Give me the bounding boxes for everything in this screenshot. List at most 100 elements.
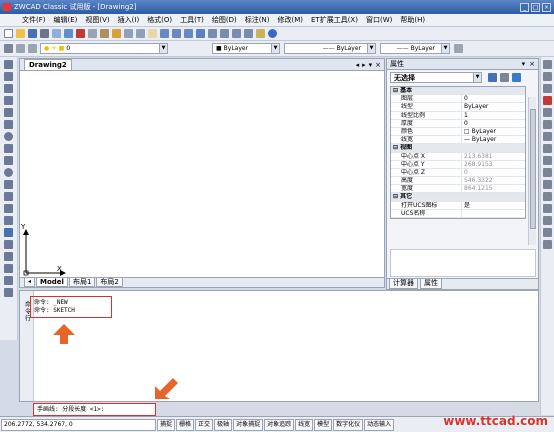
extend-icon[interactable] (543, 180, 552, 189)
toggle-model[interactable]: 模型 (314, 418, 333, 431)
menu-tools[interactable]: 工具(T) (180, 15, 204, 25)
toggle-osnap[interactable]: 对象捕捉 (233, 418, 264, 431)
tab-layout1[interactable]: 布局1 (68, 278, 96, 287)
group-misc[interactable]: ⊟ 其它 (391, 193, 525, 202)
layer-dropdown[interactable]: ● ☀ ■ 0 ▼ (40, 43, 168, 54)
drawing-canvas[interactable]: X Y (20, 71, 384, 277)
selection-dropdown[interactable]: 无选择 ▼ (390, 72, 482, 83)
make-block-icon[interactable] (4, 204, 13, 213)
multiline-text-icon[interactable] (4, 288, 13, 297)
maximize-icon[interactable]: □ (531, 2, 540, 12)
toggle-tablet[interactable]: 数字化仪 (333, 418, 364, 431)
print-preview-icon[interactable] (52, 29, 61, 38)
property-row[interactable]: 中心点 Y 268.9153 (391, 160, 525, 169)
hatch-icon[interactable] (4, 228, 13, 237)
save-icon[interactable] (28, 29, 37, 38)
properties-icon[interactable] (196, 29, 205, 38)
close-drawing-icon[interactable]: × (375, 61, 381, 69)
open-folder-icon[interactable] (16, 29, 25, 38)
command-prompt-input[interactable]: 手画线: 分段长度 <1>: (33, 403, 156, 416)
tab-menu-icon[interactable]: ▾ (369, 61, 373, 69)
move-icon[interactable] (543, 120, 552, 129)
menu-format[interactable]: 格式(O) (147, 15, 172, 25)
revision-cloud-icon[interactable] (4, 144, 13, 153)
spline-icon[interactable] (4, 156, 13, 165)
match-properties-icon[interactable] (112, 29, 121, 38)
toggle-snap[interactable]: 捕捉 (157, 418, 176, 431)
property-row[interactable]: 厚度 0 (391, 119, 525, 128)
tab-model[interactable]: Model (36, 278, 68, 287)
chamfer-icon[interactable] (543, 216, 552, 225)
menu-help[interactable]: 帮助(H) (400, 15, 425, 25)
quick-select-icon[interactable] (512, 73, 521, 82)
tab-scroll-left-icon[interactable]: ◂ (356, 61, 360, 69)
property-row[interactable]: 线宽 — ByLayer (391, 136, 525, 145)
color-dropdown[interactable]: ■ ByLayer ▼ (212, 43, 280, 54)
property-row[interactable]: 图层 0 (391, 95, 525, 104)
wipeout-icon[interactable] (4, 264, 13, 273)
layer-manager-icon[interactable] (4, 44, 13, 53)
property-row[interactable]: 线型比例 1 (391, 111, 525, 120)
design-center-icon[interactable] (208, 29, 217, 38)
layer-previous-icon[interactable] (16, 44, 25, 53)
menu-draw[interactable]: 绘图(D) (212, 15, 237, 25)
property-row[interactable]: 颜色 □ ByLayer (391, 127, 525, 137)
zoom-window-icon[interactable] (172, 29, 181, 38)
tab-layout2[interactable]: 布局2 (96, 278, 123, 287)
print-icon[interactable] (40, 29, 49, 38)
zoom-previous-icon[interactable] (184, 29, 193, 38)
scale-icon[interactable] (543, 144, 552, 153)
tab-calculator[interactable]: 计算器 (389, 279, 418, 289)
copy-object-icon[interactable] (543, 72, 552, 81)
cut-icon[interactable] (76, 29, 85, 38)
line-tool-icon[interactable] (4, 60, 13, 69)
construction-line-icon[interactable] (4, 72, 13, 81)
tab-scroll-right-icon[interactable]: ▸ (362, 61, 366, 69)
property-row[interactable]: 线型 ByLayer (391, 103, 525, 112)
close-panel-icon[interactable]: × (529, 60, 535, 68)
minimize-icon[interactable]: _ (520, 2, 529, 12)
tab-first-icon[interactable]: ◂ (24, 278, 36, 287)
circle-icon[interactable] (4, 132, 13, 141)
linetype-dropdown[interactable]: —— ByLayer ▼ (284, 43, 376, 54)
publish-icon[interactable] (64, 29, 73, 38)
rectangle-icon[interactable] (4, 108, 13, 117)
arc-icon[interactable] (4, 120, 13, 129)
toggle-lineweight[interactable]: 线宽 (295, 418, 314, 431)
drawing-tab[interactable]: Drawing2 (24, 59, 72, 70)
explode-icon[interactable] (543, 240, 552, 249)
rotate-icon[interactable] (543, 132, 552, 141)
menu-window[interactable]: 窗口(W) (366, 15, 392, 25)
toggle-pickadd-icon[interactable] (488, 73, 497, 82)
tool-palette-icon[interactable] (220, 29, 229, 38)
toggle-grid[interactable]: 栅格 (176, 418, 195, 431)
close-icon[interactable]: × (542, 2, 551, 12)
table-icon[interactable] (4, 276, 13, 285)
menu-view[interactable]: 视图(V) (85, 15, 109, 25)
insert-block-icon[interactable] (4, 192, 13, 201)
properties-scrollbar[interactable] (528, 97, 536, 245)
undo-icon[interactable] (124, 29, 133, 38)
fillet-icon[interactable] (543, 228, 552, 237)
trim-icon[interactable] (543, 168, 552, 177)
paste-icon[interactable] (100, 29, 109, 38)
menu-dimension[interactable]: 标注(N) (245, 15, 270, 25)
break-icon[interactable] (543, 192, 552, 201)
group-general[interactable]: ⊟ 基本 (391, 87, 525, 96)
copy-icon[interactable] (88, 29, 97, 38)
select-objects-icon[interactable] (500, 73, 509, 82)
region-icon[interactable] (4, 252, 13, 261)
plot-style-icon[interactable] (454, 44, 463, 53)
help-icon[interactable] (268, 29, 277, 38)
ellipse-icon[interactable] (4, 168, 13, 177)
erase-icon[interactable] (543, 60, 552, 69)
menu-insert[interactable]: 插入(I) (118, 15, 140, 25)
array-icon[interactable] (543, 108, 552, 117)
redo-icon[interactable] (136, 29, 145, 38)
menu-file[interactable]: 文件(F) (22, 15, 46, 25)
point-icon[interactable] (4, 216, 13, 225)
toggle-otrack[interactable]: 对象追踪 (264, 418, 295, 431)
property-row[interactable]: 中心点 Z0 (391, 168, 525, 178)
gradient-icon[interactable] (4, 240, 13, 249)
scrollbar-thumb[interactable] (530, 109, 536, 229)
